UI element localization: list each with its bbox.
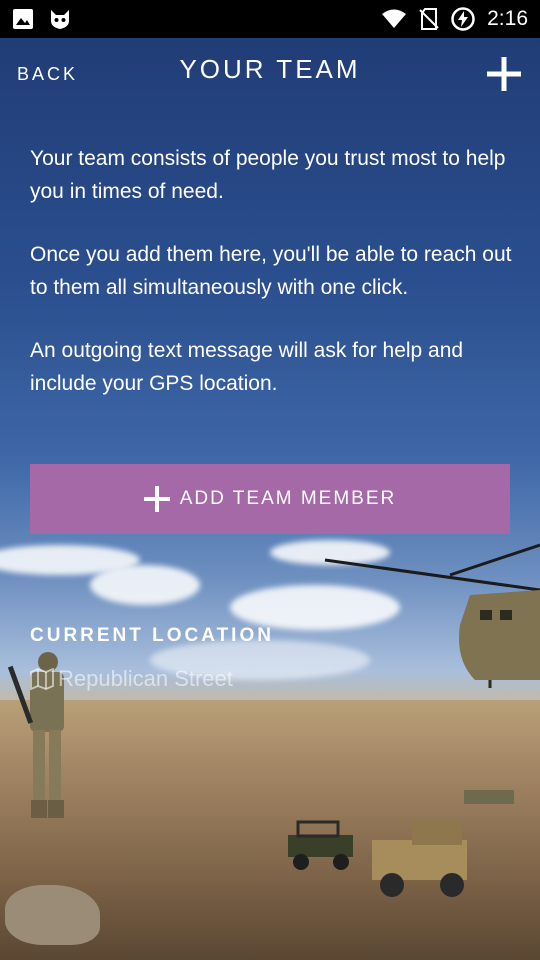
page-title: YOUR TEAM	[179, 54, 361, 84]
distant-vehicle	[464, 790, 514, 804]
app-header: BACK YOUR TEAM	[0, 38, 540, 108]
add-team-member-label: ADD TEAM MEMBER	[179, 488, 397, 509]
cloud	[90, 565, 200, 605]
intro-paragraph: Once you add them here, you'll be able t…	[30, 243, 512, 299]
wifi-icon	[382, 9, 407, 28]
intro-paragraph: An outgoing text message will ask for he…	[30, 339, 464, 395]
intro-text: Your team consists of people you trust m…	[30, 142, 520, 430]
current-location-heading: CURRENT LOCATION	[30, 625, 274, 646]
cat-icon	[51, 10, 69, 29]
add-icon[interactable]	[486, 56, 522, 92]
current-location: Republican Street	[30, 666, 233, 692]
status-bar: 2:16	[0, 0, 540, 38]
add-team-member-button[interactable]: ADD TEAM MEMBER	[30, 464, 510, 534]
battery-charging-icon	[451, 7, 475, 31]
clock: 2:16	[487, 7, 528, 30]
no-sim-icon	[419, 8, 439, 30]
plus-icon	[143, 486, 170, 512]
intro-paragraph: Your team consists of people you trust m…	[30, 147, 506, 203]
armored-vehicle	[372, 820, 467, 897]
rock	[5, 885, 100, 945]
image-icon	[13, 9, 33, 29]
utility-vehicle	[288, 820, 353, 870]
current-location-value: Republican Street	[58, 666, 233, 691]
helicopter	[324, 543, 540, 688]
map-icon	[30, 668, 54, 690]
